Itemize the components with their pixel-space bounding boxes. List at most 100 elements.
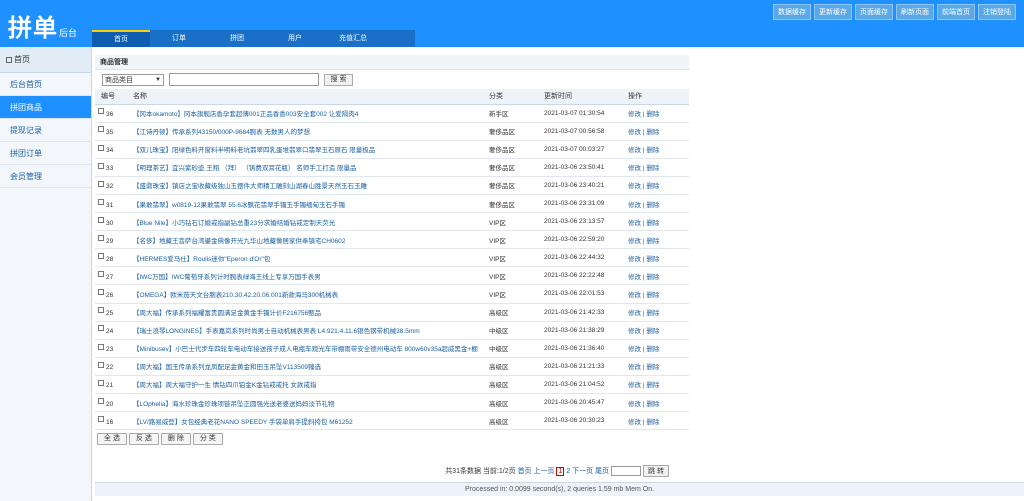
delete-link[interactable]: 删除 xyxy=(646,292,659,299)
sidebar-item-group-orders[interactable]: 拼团订单 xyxy=(0,142,91,165)
sidebar-item-dashboard[interactable]: 后台首页 xyxy=(0,73,91,96)
row-checkbox[interactable] xyxy=(98,198,104,205)
edit-link[interactable]: 修改 xyxy=(628,256,641,263)
row-name[interactable]: 【瑞士浪琴LONGINES】手表嘉岚系列时尚男士自动机械表男表 L4.921.4… xyxy=(133,321,489,340)
pager-first[interactable]: 首页 xyxy=(518,468,532,475)
quick-link-data-cache[interactable]: 数据缓存 xyxy=(773,4,811,20)
delete-link[interactable]: 删除 xyxy=(646,238,659,245)
edit-link[interactable]: 修改 xyxy=(628,346,641,353)
edit-link[interactable]: 修改 xyxy=(628,202,641,209)
edit-link[interactable]: 修改 xyxy=(628,328,641,335)
edit-link[interactable]: 修改 xyxy=(628,220,641,227)
tab-users[interactable]: 用户 xyxy=(266,30,324,47)
edit-link[interactable]: 修改 xyxy=(628,111,641,118)
category-select[interactable]: 商品类目 ▼ xyxy=(102,73,164,86)
edit-link[interactable]: 修改 xyxy=(628,364,641,371)
row-name[interactable]: 【IWC万国】IWC葡萄牙系列计时腕表绿海王线上专享万国手表男 xyxy=(133,266,489,286)
delete-link[interactable]: 删除 xyxy=(646,183,659,190)
pager-prev[interactable]: 上一页 xyxy=(534,468,555,475)
delete-link[interactable]: 删除 xyxy=(646,364,659,371)
pager-last[interactable]: 尾页 xyxy=(595,468,609,475)
delete-link[interactable]: 删除 xyxy=(646,382,659,389)
row-name[interactable]: 【双儿珠宝】阳绿色料开窗料半明料老坑翡翠四乳蛋堆翡翠口翡翠玉石原石 限量极品 xyxy=(133,140,489,159)
row-checkbox[interactable] xyxy=(98,180,104,187)
edit-link[interactable]: 修改 xyxy=(628,382,641,389)
edit-link[interactable]: 修改 xyxy=(628,165,641,172)
sidebar-item-withdrawals[interactable]: 提现记录 xyxy=(0,119,91,142)
row-name[interactable]: 【果敢翡翠】w0819-12果敢翡翠 55.6冰飘花翡翠手镯玉手镯缅甸玉石手镯 xyxy=(133,194,489,214)
delete-link[interactable]: 删除 xyxy=(646,328,659,335)
row-checkbox[interactable] xyxy=(98,144,104,151)
row-name[interactable]: 【OMEGA】欧米茄天文台腕表210.30.42.20.06.001新款海马30… xyxy=(133,284,489,304)
row-checkbox[interactable] xyxy=(98,397,104,404)
row-checkbox[interactable] xyxy=(98,271,104,278)
delete-link[interactable]: 删除 xyxy=(646,310,659,317)
row-name[interactable]: 【LV/路易威登】女包经典老花NANO SPEEDY 手袋单肩手提斜挎包 M61… xyxy=(133,411,489,431)
row-checkbox[interactable] xyxy=(98,216,104,223)
quick-link-logout[interactable]: 注销登陆 xyxy=(978,4,1016,20)
tab-recharge[interactable]: 充值汇总 xyxy=(324,30,382,47)
row-checkbox[interactable] xyxy=(98,343,104,350)
delete-link[interactable]: 删除 xyxy=(646,401,659,408)
select-all-button[interactable]: 全 选 xyxy=(97,433,127,446)
row-name[interactable]: 【Blue Nile】小巧钻石订婚戒指副钻总重23分求婚结婚钻戒定制天荧光 xyxy=(133,212,489,232)
search-button[interactable]: 搜 索 xyxy=(324,73,353,86)
delete-link[interactable]: 删除 xyxy=(646,419,659,426)
row-name[interactable]: 【周大福】传承系列福耀富贵圆满足金黄金手镯计价F216756甄品 xyxy=(133,303,489,322)
row-checkbox[interactable] xyxy=(98,253,104,260)
delete-link[interactable]: 删除 xyxy=(646,202,659,209)
tab-group-buy[interactable]: 拼团 xyxy=(208,30,266,47)
row-checkbox[interactable] xyxy=(98,108,104,115)
edit-link[interactable]: 修改 xyxy=(628,183,641,190)
quick-link-update-cache[interactable]: 更新缓存 xyxy=(814,4,852,20)
pager-page-2[interactable]: 2 xyxy=(566,468,570,475)
row-checkbox[interactable] xyxy=(98,325,104,332)
page-jump-input[interactable] xyxy=(611,466,642,477)
delete-link[interactable]: 删除 xyxy=(646,147,659,154)
edit-link[interactable]: 修改 xyxy=(628,401,641,408)
row-checkbox[interactable] xyxy=(98,289,104,296)
row-checkbox[interactable] xyxy=(98,415,104,422)
sidebar-item-members[interactable]: 会员管理 xyxy=(0,165,91,188)
edit-link[interactable]: 修改 xyxy=(628,419,641,426)
row-name[interactable]: 【HERMES爱马仕】Roulis迷你"Eperon d'Or"包 xyxy=(133,248,489,268)
delete-link[interactable]: 删除 xyxy=(646,220,659,227)
quick-link-refresh[interactable]: 刷新页面 xyxy=(896,4,934,20)
edit-link[interactable]: 修改 xyxy=(628,238,641,245)
delete-link[interactable]: 删除 xyxy=(646,274,659,281)
row-name[interactable]: 【名侈】地藏王菩萨台湾鎏金佛像开光九华山地藏像居家供奉镇宅CH0602 xyxy=(133,230,489,250)
bulk-delete-button[interactable]: 删 除 xyxy=(160,433,191,446)
edit-link[interactable]: 修改 xyxy=(628,147,641,154)
page-jump-button[interactable]: 跳 转 xyxy=(643,465,669,477)
delete-link[interactable]: 删除 xyxy=(646,165,659,172)
row-checkbox[interactable] xyxy=(98,162,104,169)
row-name[interactable]: 【盛鼎珠宝】镇店之宝收藏级独山玉摆件大师精工雕刻山湖春山胜景天然玉石玉雕 xyxy=(133,176,489,195)
row-name[interactable]: 【周大福】周大福守护一生 情钻四爪铂金K金钻戒戒托 女款戒指 xyxy=(133,375,489,395)
pager-next[interactable]: 下一页 xyxy=(572,468,593,475)
quick-link-frontend[interactable]: 前端首页 xyxy=(937,4,975,20)
row-checkbox[interactable] xyxy=(98,126,104,133)
delete-link[interactable]: 删除 xyxy=(646,129,659,136)
row-name[interactable]: 【Minibusev】小巴士代步车四轮车电动车接送孩子成人电瓶车观光车带棚雨带安… xyxy=(133,339,489,358)
row-name[interactable]: 【LOphelia】海水珍珠金珍珠项链吊坠正圆强光送老婆送妈妈淡节礼物 xyxy=(133,393,489,413)
sidebar-item-group-products[interactable]: 拼团商品 xyxy=(0,96,91,119)
quick-link-page-cache[interactable]: 页面缓存 xyxy=(855,4,893,20)
tab-home[interactable]: 首页 xyxy=(92,30,150,47)
delete-link[interactable]: 删除 xyxy=(646,256,659,263)
search-input[interactable] xyxy=(169,73,319,86)
row-name[interactable]: 【冈本okamoto】冈本旗舰店香孕套超薄001正品香香003安全套002 让爱… xyxy=(133,104,489,123)
row-checkbox[interactable] xyxy=(98,234,104,241)
tab-orders[interactable]: 订单 xyxy=(150,30,208,47)
edit-link[interactable]: 修改 xyxy=(628,129,641,136)
row-checkbox[interactable] xyxy=(98,307,104,314)
invert-selection-button[interactable]: 反 选 xyxy=(128,433,159,446)
row-name[interactable]: 【明理茶艺】宜兴紫砂壶 王翔 （拜） （铸费双耳花瓶） 名师手工打造 限量品 xyxy=(133,158,489,177)
row-name[interactable]: 【江诗丹顿】传承系列43150/000P-9684腕表 无数男人的梦想 xyxy=(133,122,489,141)
row-checkbox[interactable] xyxy=(98,361,104,368)
bulk-category-button[interactable]: 分 类 xyxy=(192,433,223,446)
edit-link[interactable]: 修改 xyxy=(628,310,641,317)
delete-link[interactable]: 删除 xyxy=(646,111,659,118)
delete-link[interactable]: 删除 xyxy=(646,346,659,353)
edit-link[interactable]: 修改 xyxy=(628,274,641,281)
edit-link[interactable]: 修改 xyxy=(628,292,641,299)
